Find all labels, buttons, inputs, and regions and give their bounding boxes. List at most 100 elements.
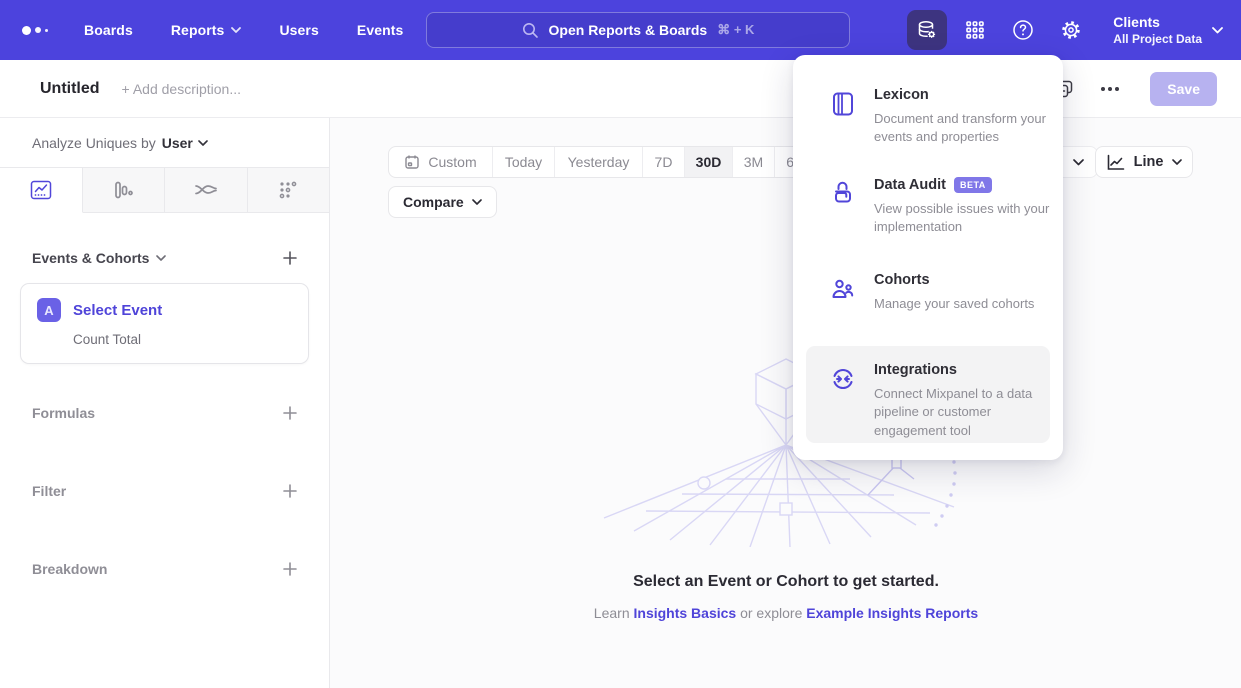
- date-range-7d[interactable]: 7D: [643, 147, 685, 177]
- project-switcher[interactable]: Clients All Project Data: [1113, 14, 1223, 46]
- search-input[interactable]: Open Reports & Boards ⌘ + K: [426, 12, 850, 48]
- nav-boards[interactable]: Boards: [84, 22, 133, 38]
- plus-icon: [282, 405, 298, 421]
- date-range-30d-label: 30D: [696, 154, 722, 170]
- insights-chart-icon: [30, 180, 52, 200]
- insights-basics-link[interactable]: Insights Basics: [634, 605, 737, 621]
- analyze-entity-value: User: [162, 135, 193, 151]
- project-scope: All Project Data: [1113, 32, 1202, 46]
- add-breakdown-button[interactable]: [279, 558, 301, 580]
- nav-users-label: Users: [279, 22, 318, 38]
- date-range-today[interactable]: Today: [493, 147, 555, 177]
- more-options-button[interactable]: [1092, 71, 1128, 107]
- compare-dropdown[interactable]: Compare: [388, 186, 497, 218]
- save-button[interactable]: Save: [1150, 72, 1217, 106]
- date-range-yesterday-label: Yesterday: [568, 154, 630, 170]
- date-range-custom[interactable]: Custom: [389, 147, 493, 177]
- menu-item-cohorts[interactable]: Cohorts Manage your saved cohorts: [806, 272, 1050, 313]
- compare-label: Compare: [403, 194, 464, 210]
- search-icon: [522, 22, 539, 39]
- nav-users[interactable]: Users: [279, 22, 318, 38]
- search-placeholder: Open Reports & Boards: [549, 22, 708, 38]
- analyze-entity-dropdown[interactable]: User: [162, 135, 208, 151]
- query-builder-sidebar: Analyze Uniques by User: [0, 118, 330, 688]
- nav-boards-label: Boards: [84, 22, 133, 38]
- report-title[interactable]: Untitled: [40, 80, 100, 98]
- tab-bar-chart[interactable]: [83, 168, 166, 212]
- date-range-today-label: Today: [505, 154, 542, 170]
- cohorts-title: Cohorts: [874, 272, 930, 288]
- integrations-title: Integrations: [874, 362, 957, 378]
- date-range-control: Custom Today Yesterday 7D 30D 3M 6M: [388, 146, 818, 178]
- plus-icon: [282, 561, 298, 577]
- nav-reports[interactable]: Reports: [171, 22, 242, 38]
- menu-item-lexicon[interactable]: Lexicon Document and transform your even…: [806, 87, 1050, 147]
- middle-text: or explore: [740, 605, 802, 621]
- learn-prefix: Learn: [594, 605, 630, 621]
- integrations-sync-icon: [830, 366, 856, 392]
- metrics-dots-icon: [278, 180, 298, 200]
- cohorts-people-icon: [830, 276, 856, 302]
- date-range-3m-label: 3M: [744, 154, 763, 170]
- calendar-icon: [404, 154, 420, 170]
- events-cohorts-section: Events & Cohorts: [0, 247, 329, 269]
- chevron-down-icon: [1212, 27, 1223, 34]
- visualization-tabbar: [0, 167, 329, 213]
- menu-item-data-audit[interactable]: Data Audit BETA View possible issues wit…: [806, 177, 1050, 237]
- analyze-label: Analyze Uniques by: [32, 135, 156, 151]
- lexicon-description: Document and transform your events and p…: [874, 110, 1050, 147]
- settings-button[interactable]: [1051, 10, 1091, 50]
- cohorts-description: Manage your saved cohorts: [874, 295, 1050, 313]
- chevron-down-icon: [231, 27, 241, 33]
- event-series-badge: A: [37, 298, 61, 322]
- chart-type-dropdown[interactable]: Line: [1095, 146, 1193, 178]
- date-range-yesterday[interactable]: Yesterday: [555, 147, 643, 177]
- data-management-menu: Lexicon Document and transform your even…: [793, 55, 1063, 460]
- help-button[interactable]: [1003, 10, 1043, 50]
- plus-icon: [282, 483, 298, 499]
- analyze-uniques-row: Analyze Uniques by User: [0, 118, 329, 167]
- date-range-3m[interactable]: 3M: [733, 147, 775, 177]
- report-description-placeholder[interactable]: + Add description...: [122, 81, 241, 97]
- events-cohorts-label: Events & Cohorts: [32, 250, 149, 266]
- chevron-down-icon: [1073, 159, 1084, 166]
- menu-item-integrations[interactable]: Integrations Connect Mixpanel to a data …: [806, 346, 1050, 443]
- breakdown-section: Breakdown: [0, 558, 329, 580]
- formulas-section: Formulas: [0, 402, 329, 424]
- filter-label: Filter: [32, 483, 66, 499]
- add-event-button[interactable]: [279, 247, 301, 269]
- nav-right-cluster: Clients All Project Data: [907, 0, 1241, 60]
- formulas-label: Formulas: [32, 405, 95, 421]
- date-range-30d[interactable]: 30D: [685, 147, 733, 177]
- date-range-custom-label: Custom: [428, 154, 476, 170]
- primary-nav: Boards Reports Users Events: [84, 22, 403, 38]
- chevron-down-icon: [472, 199, 482, 205]
- database-gear-icon: [915, 18, 939, 42]
- line-chart-icon: [1106, 154, 1125, 171]
- select-event-card[interactable]: A Select Event Count Total: [20, 283, 309, 364]
- tab-insights[interactable]: [0, 168, 83, 213]
- chevron-down-icon: [156, 255, 166, 261]
- lexicon-book-icon: [830, 91, 856, 117]
- help-icon: [1011, 18, 1035, 42]
- tab-metrics[interactable]: [248, 168, 330, 212]
- integrations-description: Connect Mixpanel to a data pipeline or c…: [874, 385, 1050, 440]
- select-event-label: Select Event: [73, 302, 162, 319]
- add-formula-button[interactable]: [279, 402, 301, 424]
- gear-icon: [1059, 18, 1083, 42]
- search-shortcut: ⌘ + K: [717, 22, 754, 38]
- add-filter-button[interactable]: [279, 480, 301, 502]
- project-name: Clients: [1113, 14, 1202, 30]
- date-range-7d-label: 7D: [655, 154, 673, 170]
- plus-icon: [282, 250, 298, 266]
- tab-flow[interactable]: [165, 168, 248, 212]
- event-aggregation-label[interactable]: Count Total: [73, 332, 292, 347]
- grid-icon: [964, 19, 986, 41]
- events-cohorts-dropdown[interactable]: Events & Cohorts: [32, 250, 166, 266]
- apps-grid-button[interactable]: [955, 10, 995, 50]
- data-management-button[interactable]: [907, 10, 947, 50]
- mixpanel-logo[interactable]: [22, 26, 68, 35]
- example-reports-link[interactable]: Example Insights Reports: [806, 605, 978, 621]
- nav-events[interactable]: Events: [357, 22, 404, 38]
- nav-events-label: Events: [357, 22, 404, 38]
